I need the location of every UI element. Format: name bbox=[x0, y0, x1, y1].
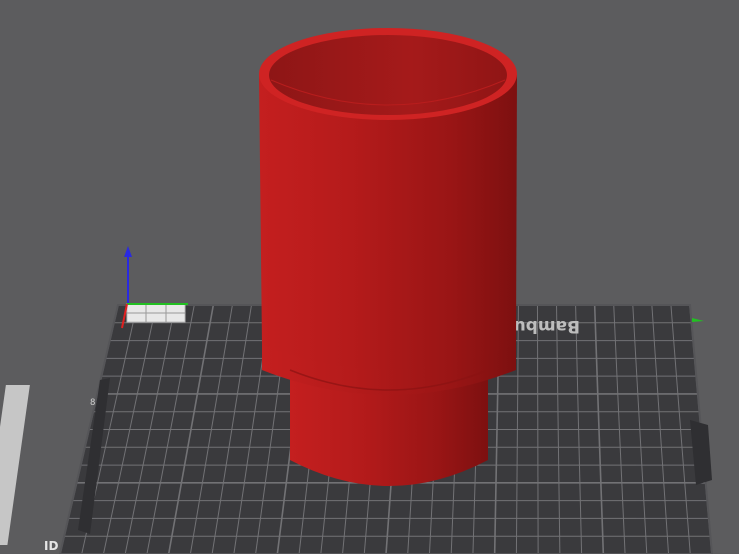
axis-x-marker-icon bbox=[692, 318, 704, 322]
plate-edge-label: 8 bbox=[90, 398, 95, 408]
3d-viewport[interactable]: Bambu La 8 ID bbox=[0, 0, 739, 554]
plate-label-strip bbox=[0, 385, 30, 545]
model-object[interactable] bbox=[259, 28, 517, 493]
plate-id-label: ID bbox=[44, 539, 58, 553]
scene-canvas[interactable]: Bambu La 8 ID bbox=[0, 0, 739, 554]
axes-gizmo-icon bbox=[124, 246, 132, 303]
object-opening bbox=[269, 35, 507, 115]
